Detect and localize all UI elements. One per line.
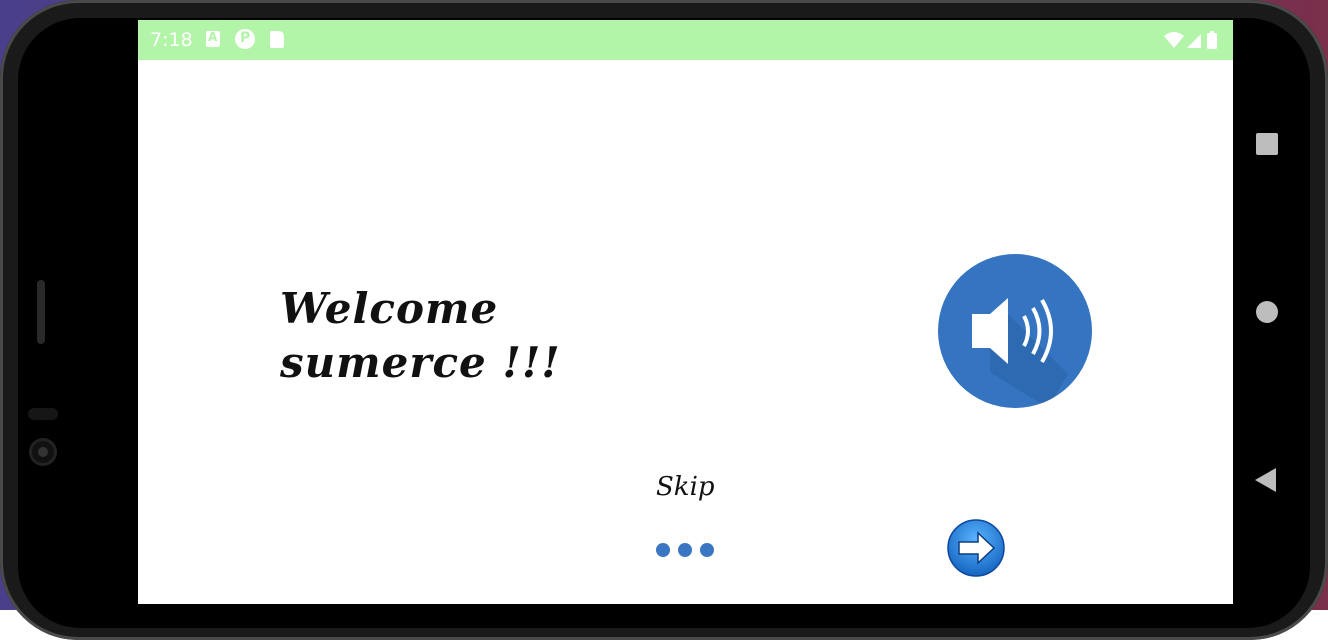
status-time: 7:18 [150,29,193,51]
back-triangle-icon[interactable] [1255,468,1276,492]
speaker-volume-icon[interactable] [938,254,1092,408]
sd-card-icon [270,31,284,48]
notification-a-icon [206,30,220,47]
wifi-icon [1164,32,1184,48]
status-bar: 7:18 [138,20,1233,60]
page-dot-1 [656,543,670,557]
side-speaker-grille [37,280,45,344]
status-right-icons [1164,31,1217,49]
page-dot-2 [678,543,692,557]
notification-p-icon [235,29,255,49]
welcome-message: Welcome sumerce !!! [280,284,561,387]
overview-square-icon[interactable] [1256,133,1278,155]
cell-signal-icon [1187,34,1201,48]
battery-icon [1207,33,1217,49]
skip-button[interactable]: Skip [656,472,715,502]
arrow-right-icon[interactable] [946,518,1006,578]
home-circle-icon[interactable] [1256,301,1278,323]
front-camera [29,438,57,466]
proximity-sensor [28,408,58,420]
app-screen: 7:18 Welcome sumerce !!! Skip [138,20,1233,604]
page-dot-3 [700,543,714,557]
